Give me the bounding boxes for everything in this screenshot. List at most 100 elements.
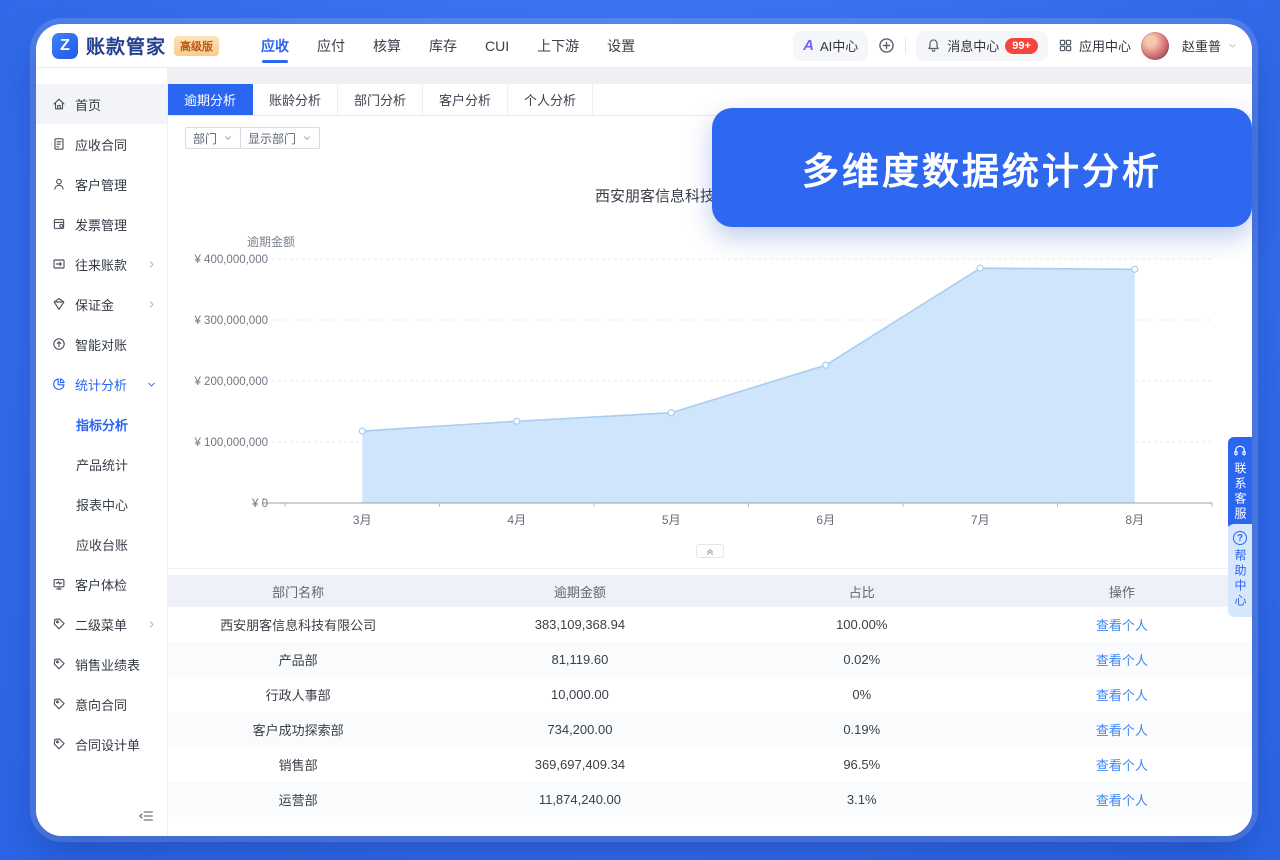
pie-chart-icon xyxy=(52,377,66,391)
cell-amount: 369,697,409.34 xyxy=(534,757,626,772)
home-icon xyxy=(52,97,66,111)
app-center-button[interactable]: 应用中心 xyxy=(1058,36,1131,55)
nav-cui[interactable]: CUI xyxy=(485,24,509,67)
sidebar-item-label: 二级菜单 xyxy=(75,617,128,633)
table-row: 运营部 11,874,240.00 3.1% 查看个人 xyxy=(168,782,1252,817)
app-center-label: 应用中心 xyxy=(1078,39,1131,54)
chevron-down-icon xyxy=(223,133,233,143)
message-center-button[interactable]: 消息中心 99+ xyxy=(916,30,1048,61)
reconciliation-icon xyxy=(52,337,66,351)
cell-amount: 10,000.00 xyxy=(550,687,609,702)
svg-text:¥ 0: ¥ 0 xyxy=(251,498,268,510)
tab-personal-analysis[interactable]: 个人分析 xyxy=(508,84,593,115)
cell-proportion: 3.1% xyxy=(846,792,877,807)
chevron-down-icon xyxy=(146,379,157,390)
sidebar-item-secondary-menu[interactable]: 二级菜单 xyxy=(36,604,167,644)
nav-payable[interactable]: 应付 xyxy=(317,24,345,67)
nav-supply-chain[interactable]: 上下游 xyxy=(537,24,579,67)
cell-amount: 11,874,240.00 xyxy=(538,792,621,807)
promo-banner: 多维度数据统计分析 xyxy=(712,108,1252,227)
section-divider xyxy=(168,568,1252,569)
show-department-select[interactable]: 显示部门 xyxy=(240,127,321,149)
sidebar-subitem-product-statistics[interactable]: 产品统计 xyxy=(36,444,167,484)
unread-count-badge: 99+ xyxy=(1005,37,1038,54)
sidebar-item-label: 客户体检 xyxy=(75,577,128,593)
view-individual-link[interactable]: 查看个人 xyxy=(992,755,1252,774)
sidebar-collapse-button[interactable] xyxy=(137,808,155,824)
view-individual-link[interactable]: 查看个人 xyxy=(992,615,1252,634)
sidebar-item-label: 合同设计单 xyxy=(75,737,141,753)
chevron-down-icon xyxy=(1227,40,1238,51)
cell-department: 销售部 xyxy=(278,758,318,773)
tag-icon xyxy=(52,697,66,711)
sidebar-item-label: 保证金 xyxy=(75,297,115,313)
table-row: 销售部 369,697,409.34 96.5% 查看个人 xyxy=(168,747,1252,782)
user-avatar xyxy=(1140,31,1169,60)
tab-aging-analysis[interactable]: 账龄分析 xyxy=(253,84,338,115)
table-header-row: 部门名称 逾期金额 占比 操作 xyxy=(168,575,1252,607)
overdue-area-chart[interactable]: 逾期金额 ¥ 400,000,000 ¥ 300,000,000 ¥ 200,000,… xyxy=(178,230,1238,540)
sidebar-item-homepage[interactable]: 首页 xyxy=(36,84,167,124)
headphones-icon xyxy=(1234,445,1246,456)
view-individual-link[interactable]: 查看个人 xyxy=(992,720,1252,739)
app-logo-icon[interactable]: Z xyxy=(52,32,78,59)
cell-department: 运营部 xyxy=(278,793,318,808)
cell-proportion: 100.00% xyxy=(836,617,888,632)
view-individual-link[interactable]: 查看个人 xyxy=(992,685,1252,704)
department-select[interactable]: 部门 xyxy=(185,127,242,149)
sidebar-item-deposit[interactable]: 保证金 xyxy=(36,284,167,324)
tag-icon xyxy=(52,617,66,631)
tab-customer-analysis[interactable]: 客户分析 xyxy=(423,84,508,115)
cell-department: 产品部 xyxy=(278,653,318,668)
svg-text:7月: 7月 xyxy=(971,513,990,527)
sidebar-subitem-report-center[interactable]: 报表中心 xyxy=(36,484,167,524)
nav-receivable[interactable]: 应收 xyxy=(261,24,289,67)
tag-icon xyxy=(52,737,66,751)
cell-department: 行政人事部 xyxy=(265,688,331,703)
sidebar-item-customer-management[interactable]: 客户管理 xyxy=(36,164,167,204)
cell-proportion: 0.19% xyxy=(843,722,881,737)
sidebar: 首页 应收合同 客户管理 发票管理 往来账款 保证金 智能对账 统计分析 指标分… xyxy=(36,68,168,836)
sidebar-item-label: 智能对账 xyxy=(75,337,128,353)
nav-settings[interactable]: 设置 xyxy=(607,24,635,67)
sidebar-item-receivable-contract[interactable]: 应收合同 xyxy=(36,124,167,164)
add-button[interactable] xyxy=(878,37,895,54)
tab-overdue-analysis[interactable]: 逾期分析 xyxy=(168,84,253,115)
table-row: 客户成功探索部 734,200.00 0.19% 查看个人 xyxy=(168,712,1252,747)
sidebar-item-invoice-management[interactable]: 发票管理 xyxy=(36,204,167,244)
help-center-button[interactable]: ? 帮助中心 xyxy=(1228,524,1252,617)
top-nav: 应收 应付 核算 库存 CUI 上下游 设置 xyxy=(261,24,635,67)
table-row: 产品部 81,119.60 0.02% 查看个人 xyxy=(168,642,1252,677)
tab-department-analysis[interactable]: 部门分析 xyxy=(338,84,423,115)
sidebar-subitem-receivable-ledger[interactable]: 应收台账 xyxy=(36,524,167,564)
user-menu[interactable]: 赵重普 xyxy=(1140,31,1238,60)
sidebar-item-sales-performance[interactable]: 销售业绩表 xyxy=(36,644,167,684)
sidebar-item-label: 客户管理 xyxy=(75,177,128,193)
help-center-label: 帮助中心 xyxy=(1233,549,1247,609)
accounts-icon xyxy=(52,257,66,271)
sidebar-item-smart-reconciliation[interactable]: 智能对账 xyxy=(36,324,167,364)
sidebar-item-current-accounts[interactable]: 往来账款 xyxy=(36,244,167,284)
double-chevron-up-icon xyxy=(706,549,714,555)
sidebar-subitem-indicator-analysis[interactable]: 指标分析 xyxy=(36,404,167,444)
sidebar-item-statistics-analysis[interactable]: 统计分析 xyxy=(36,364,167,404)
chart-collapse-button[interactable] xyxy=(696,544,724,558)
header-right-cluster: A AI中心 消息中心 99+ 应用中心 赵重普 xyxy=(793,30,1238,61)
premium-badge: 高级版 xyxy=(174,35,220,56)
cell-amount: 734,200.00 xyxy=(547,722,613,737)
table-row: 西安朋客信息科技有限公司 383,109,368.94 100.00% 查看个人 xyxy=(168,607,1252,642)
view-individual-link[interactable]: 查看个人 xyxy=(992,790,1252,809)
sidebar-item-customer-checkup[interactable]: 客户体检 xyxy=(36,564,167,604)
svg-text:逾期金额: 逾期金额 xyxy=(247,234,295,249)
sidebar-item-label: 首页 xyxy=(75,97,102,113)
customer-icon xyxy=(52,177,66,191)
contact-support-button[interactable]: 联系客服 xyxy=(1228,437,1252,530)
sidebar-item-intent-contract[interactable]: 意向合同 xyxy=(36,684,167,724)
sidebar-item-contract-design[interactable]: 合同设计单 xyxy=(36,724,167,764)
ai-center-button[interactable]: A AI中心 xyxy=(793,30,869,61)
view-individual-link[interactable]: 查看个人 xyxy=(992,650,1252,669)
contract-icon xyxy=(52,137,66,151)
health-check-icon xyxy=(52,577,66,591)
nav-inventory[interactable]: 库存 xyxy=(429,24,457,67)
nav-accounting[interactable]: 核算 xyxy=(373,24,401,67)
